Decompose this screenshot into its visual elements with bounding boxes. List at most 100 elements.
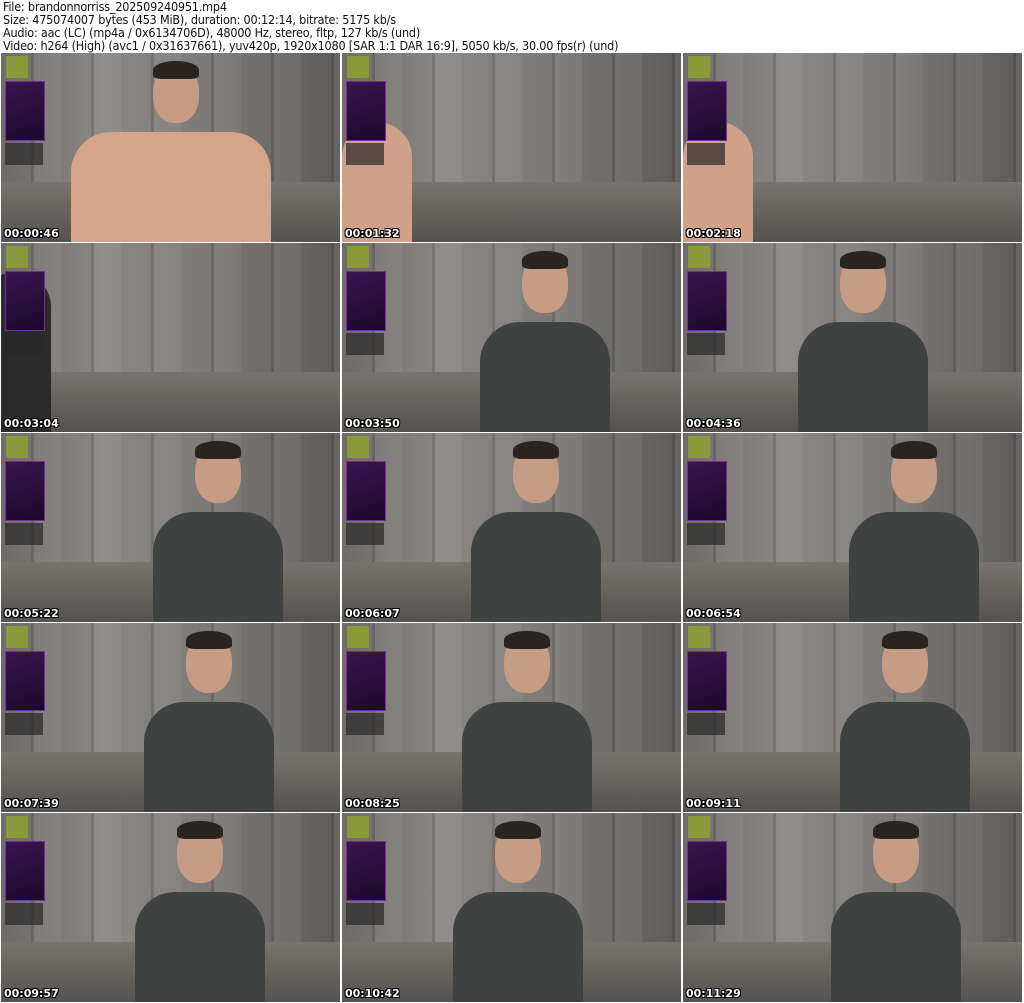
person-body — [840, 702, 970, 812]
person-hair — [513, 441, 559, 459]
person-body — [471, 512, 601, 622]
stream-overlay-panel — [5, 841, 45, 901]
timestamp: 00:09:57 — [4, 987, 59, 1000]
tip-list-overlay — [5, 143, 43, 165]
dmca-badge — [6, 56, 28, 78]
dmca-badge — [6, 436, 28, 458]
video-thumbnail: 00:08:25 — [342, 623, 681, 812]
dmca-badge — [6, 626, 28, 648]
person-hair — [177, 821, 223, 839]
tip-list-overlay — [687, 143, 725, 165]
dmca-badge — [6, 816, 28, 838]
video-thumbnail: 00:11:29 — [683, 813, 1022, 1002]
stream-overlay-panel — [346, 271, 386, 331]
video-info: Video: h264 (High) (avc1 / 0x31637661), … — [3, 38, 619, 53]
stream-overlay-panel — [5, 81, 45, 141]
timestamp: 00:06:54 — [686, 607, 741, 620]
video-thumbnail: 00:00:46 — [1, 53, 340, 242]
stream-overlay-panel — [687, 841, 727, 901]
video-thumbnail: 00:04:36 — [683, 243, 1022, 432]
dmca-badge — [347, 816, 369, 838]
tip-list-overlay — [346, 333, 384, 355]
dmca-badge — [347, 56, 369, 78]
dmca-badge — [347, 626, 369, 648]
person-hair — [153, 61, 199, 79]
dmca-badge — [688, 246, 710, 268]
timestamp: 00:02:18 — [686, 227, 741, 240]
person-hair — [840, 251, 886, 269]
stream-overlay-panel — [687, 271, 727, 331]
timestamp: 00:06:07 — [345, 607, 400, 620]
person-body — [798, 322, 928, 432]
dmca-badge — [688, 816, 710, 838]
timestamp: 00:01:32 — [345, 227, 400, 240]
person-hair — [522, 251, 568, 269]
file-info: File: brandonnorriss_202509240951.mp4 Si… — [3, 0, 618, 52]
person-body — [849, 512, 979, 622]
timestamp: 00:07:39 — [4, 797, 59, 810]
timestamp: 00:10:42 — [345, 987, 400, 1000]
tip-list-overlay — [346, 903, 384, 925]
stream-overlay-panel — [346, 81, 386, 141]
person-hair — [195, 441, 241, 459]
timestamp: 00:03:04 — [4, 417, 59, 430]
person-body — [135, 892, 265, 1002]
person-body — [462, 702, 592, 812]
thumbnail-grid: 00:00:46 00:01:32 00:02:18 00:03:04 00:03:50… — [1, 53, 1023, 1002]
person-hair — [186, 631, 232, 649]
timestamp: 00:08:25 — [345, 797, 400, 810]
dmca-badge — [6, 246, 28, 268]
person-hair — [504, 631, 550, 649]
video-thumbnail: 00:03:50 — [342, 243, 681, 432]
tip-list-overlay — [5, 523, 43, 545]
timestamp: 00:09:11 — [686, 797, 741, 810]
stream-overlay-panel — [5, 651, 45, 711]
video-thumbnail: 00:09:57 — [1, 813, 340, 1002]
stream-overlay-panel — [687, 651, 727, 711]
dmca-badge — [688, 436, 710, 458]
video-thumbnail: 00:02:18 — [683, 53, 1022, 242]
tip-list-overlay — [687, 333, 725, 355]
person-body — [144, 702, 274, 812]
dmca-badge — [688, 626, 710, 648]
tip-list-overlay — [5, 903, 43, 925]
video-thumbnail: 00:06:54 — [683, 433, 1022, 622]
person-hair — [891, 441, 937, 459]
stream-overlay-panel — [687, 461, 727, 521]
timestamp: 00:03:50 — [345, 417, 400, 430]
timestamp: 00:04:36 — [686, 417, 741, 430]
video-thumbnail: 00:09:11 — [683, 623, 1022, 812]
stream-overlay-panel — [346, 461, 386, 521]
person-hair — [495, 821, 541, 839]
person-body — [480, 322, 610, 432]
dmca-badge — [688, 56, 710, 78]
tip-list-overlay — [687, 523, 725, 545]
person-body — [71, 132, 271, 242]
tip-list-overlay — [687, 713, 725, 735]
timestamp: 00:00:46 — [4, 227, 59, 240]
tip-list-overlay — [346, 143, 384, 165]
person-hair — [882, 631, 928, 649]
person-body — [831, 892, 961, 1002]
stream-overlay-panel — [346, 841, 386, 901]
video-thumbnail: 00:06:07 — [342, 433, 681, 622]
dmca-badge — [347, 436, 369, 458]
video-thumbnail: 00:03:04 — [1, 243, 340, 432]
person-body — [153, 512, 283, 622]
stream-overlay-panel — [346, 651, 386, 711]
tip-list-overlay — [346, 713, 384, 735]
stream-overlay-panel — [687, 81, 727, 141]
video-thumbnail: 00:01:32 — [342, 53, 681, 242]
wall-background — [1, 243, 340, 376]
video-thumbnail: 00:10:42 — [342, 813, 681, 1002]
dmca-badge — [347, 246, 369, 268]
stream-overlay-panel — [5, 271, 45, 331]
tip-list-overlay — [687, 903, 725, 925]
video-thumbnail: 00:07:39 — [1, 623, 340, 812]
tip-list-overlay — [5, 333, 43, 355]
stream-overlay-panel — [5, 461, 45, 521]
person-body — [453, 892, 583, 1002]
timestamp: 00:11:29 — [686, 987, 741, 1000]
person-hair — [873, 821, 919, 839]
timestamp: 00:05:22 — [4, 607, 59, 620]
